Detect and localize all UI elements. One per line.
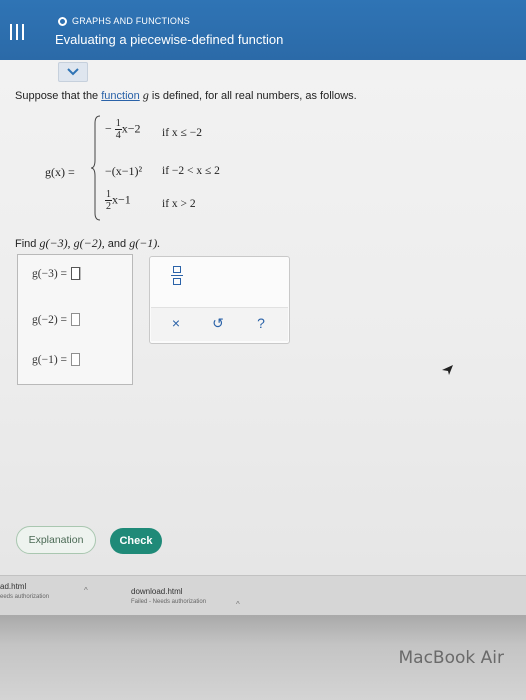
mouse-cursor-icon [442,365,453,375]
topic-status-icon [58,16,67,26]
question-suffix: is defined, for all real numbers, as fol… [148,90,357,102]
explanation-button[interactable]: Explanation [16,526,96,554]
download-2-status: Failed - Needs authorization [131,599,207,605]
case-3-fraction: 12 [105,189,112,212]
topic-label: GRAPHS AND FUNCTIONS [72,16,191,26]
answer-input-g-neg1[interactable] [71,353,81,366]
piecewise-lhs: g(x) = [45,165,75,179]
find-instruction: Find g(−3), g(−2), and g(−1). [15,236,160,251]
math-tools-panel: × ↺ ? [149,256,290,344]
case-1-condition: if x ≤ −2 [162,127,202,139]
page-title: Evaluating a piecewise-defined function [55,32,284,47]
header-bar: GRAPHS AND FUNCTIONS Evaluating a piecew… [0,0,526,60]
case-3-condition: if x > 2 [162,198,196,210]
menu-icon[interactable] [10,24,24,40]
answer-input-g-neg2[interactable] [71,313,81,326]
download-item-2[interactable]: download.html Failed - Needs authorizati… [131,587,206,605]
piecewise-definition: g(x) = − 1 4 x−2 if x ≤ −2 −(x−1)² if −2 <… [45,112,265,222]
case-1-expr: − 1 4 x−2 [105,118,141,141]
chevron-up-icon[interactable]: ^ [84,586,88,595]
answer-input-g-neg3[interactable] [71,267,81,280]
download-item-1[interactable]: ad.html eeds authorization [0,582,49,600]
answer-row-g-neg1: g(−1) = [32,353,81,366]
function-link[interactable]: function [101,90,140,102]
question-text: Suppose that the function g is defined, … [15,88,357,103]
chevron-up-icon[interactable]: ^ [236,600,240,609]
topic-row: GRAPHS AND FUNCTIONS [58,16,190,26]
answer-box: g(−3) = g(−2) = g(−1) = [17,254,133,385]
answer-label-g-neg1: g(−1) = [32,353,68,366]
fraction-icon[interactable] [170,265,184,287]
chevron-down-icon [67,68,79,76]
check-button[interactable]: Check [110,528,162,554]
answer-label-g-neg2: g(−2) = [32,313,68,326]
find-item-2: g(−2), [73,236,105,250]
case-1-fraction: 14 [114,118,122,141]
clear-button[interactable]: × [166,315,186,331]
find-and: and [107,238,127,250]
brand-label: MacBook Air [398,648,505,668]
answer-row-g-neg3: g(−3) = [32,267,81,280]
brace-icon [91,115,101,221]
downloads-bar: ad.html eeds authorization ^ download.ht… [0,575,526,615]
download-1-status: eeds authorization [0,594,50,600]
undo-button[interactable]: ↺ [208,315,228,332]
app-page: GRAPHS AND FUNCTIONS Evaluating a piecew… [0,0,526,575]
download-1-name: ad.html [0,582,27,591]
case-2-condition: if −2 < x ≤ 2 [162,165,220,177]
download-2-name: download.html [131,587,183,596]
question-prefix: Suppose that the [15,90,102,102]
help-button[interactable]: ? [251,315,271,331]
case-2-expr: −(x−1)² [105,164,143,178]
collapse-button[interactable] [58,62,88,82]
find-item-1: g(−3), [39,236,71,250]
answer-label-g-neg3: g(−3) = [32,267,68,280]
case-3-expr: 1 2 x−1 [105,189,131,212]
find-item-3: g(−1). [129,236,161,250]
find-label: Find [15,238,37,250]
answer-row-g-neg2: g(−2) = [32,313,81,326]
